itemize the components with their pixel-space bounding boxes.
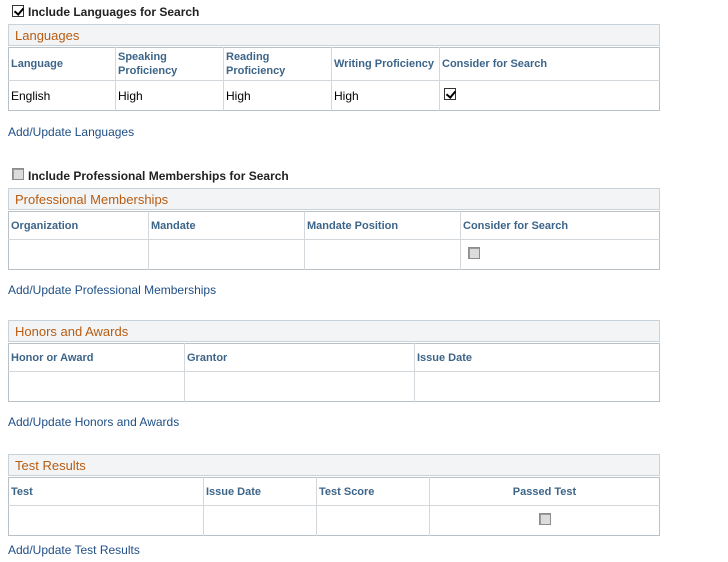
cell-test — [8, 505, 204, 536]
table-row — [8, 371, 660, 402]
add-update-languages-link[interactable]: Add/Update Languages — [8, 125, 134, 139]
col-speaking-proficiency: Speaking Proficiency — [115, 47, 224, 81]
memberships-table: Organization Mandate Mandate Position Co… — [8, 211, 660, 270]
languages-section-title: Languages — [15, 28, 80, 43]
honors-table: Honor or Award Grantor Issue Date — [8, 343, 660, 402]
cell-speaking: High — [115, 80, 224, 111]
cell-issue-date — [414, 371, 660, 402]
cell-language: English — [8, 80, 116, 111]
cell-grantor — [184, 371, 415, 402]
cell-honor — [8, 371, 185, 402]
cell-consider — [460, 239, 660, 270]
table-row — [8, 505, 660, 536]
tests-table: Test Issue Date Test Score Passed Test — [8, 477, 660, 536]
honors-section-title: Honors and Awards — [15, 324, 129, 339]
memberships-section-title: Professional Memberships — [15, 192, 169, 207]
include-memberships-label: Include Professional Memberships for Sea… — [28, 169, 289, 183]
col-consider-for-search: Consider for Search — [460, 211, 660, 240]
languages-table: Language Speaking Proficiency Reading Pr… — [8, 47, 660, 111]
passed-test-checkbox[interactable] — [538, 513, 551, 525]
memberships-section-header: Professional Memberships — [8, 188, 660, 210]
col-issue-date: Issue Date — [203, 477, 317, 506]
table-row: English High High High — [8, 80, 660, 111]
cell-mandate-position — [304, 239, 461, 270]
col-test: Test — [8, 477, 204, 506]
col-passed-test: Passed Test — [429, 477, 660, 506]
honors-section-header: Honors and Awards — [8, 320, 660, 342]
col-consider-for-search: Consider for Search — [439, 47, 660, 81]
cell-organization — [8, 239, 149, 270]
col-grantor: Grantor — [184, 343, 415, 372]
include-languages-label: Include Languages for Search — [28, 5, 200, 19]
languages-section-header: Languages — [8, 24, 660, 46]
col-reading-proficiency: Reading Proficiency — [223, 47, 332, 81]
add-update-memberships-link[interactable]: Add/Update Professional Memberships — [8, 283, 216, 297]
col-mandate: Mandate — [148, 211, 305, 240]
table-row — [8, 239, 660, 270]
cell-reading: High — [223, 80, 332, 111]
col-issue-date: Issue Date — [414, 343, 660, 372]
consider-for-search-checkbox[interactable] — [444, 88, 456, 100]
col-mandate-position: Mandate Position — [304, 211, 461, 240]
cell-test-score — [316, 505, 430, 536]
cell-writing: High — [331, 80, 440, 111]
col-organization: Organization — [8, 211, 149, 240]
col-language: Language — [8, 47, 116, 81]
col-writing-proficiency: Writing Proficiency — [331, 47, 440, 81]
tests-section-header: Test Results — [8, 454, 660, 476]
col-honor-or-award: Honor or Award — [8, 343, 185, 372]
cell-issue-date — [203, 505, 317, 536]
add-update-tests-link[interactable]: Add/Update Test Results — [8, 543, 140, 557]
tests-section-title: Test Results — [15, 458, 86, 473]
add-update-honors-link[interactable]: Add/Update Honors and Awards — [8, 415, 179, 429]
consider-for-search-checkbox[interactable] — [468, 247, 480, 259]
include-memberships-checkbox[interactable] — [12, 168, 24, 180]
cell-consider — [439, 80, 660, 111]
include-languages-checkbox[interactable] — [12, 5, 24, 17]
col-test-score: Test Score — [316, 477, 430, 506]
cell-passed-test — [429, 505, 660, 536]
cell-mandate — [148, 239, 305, 270]
